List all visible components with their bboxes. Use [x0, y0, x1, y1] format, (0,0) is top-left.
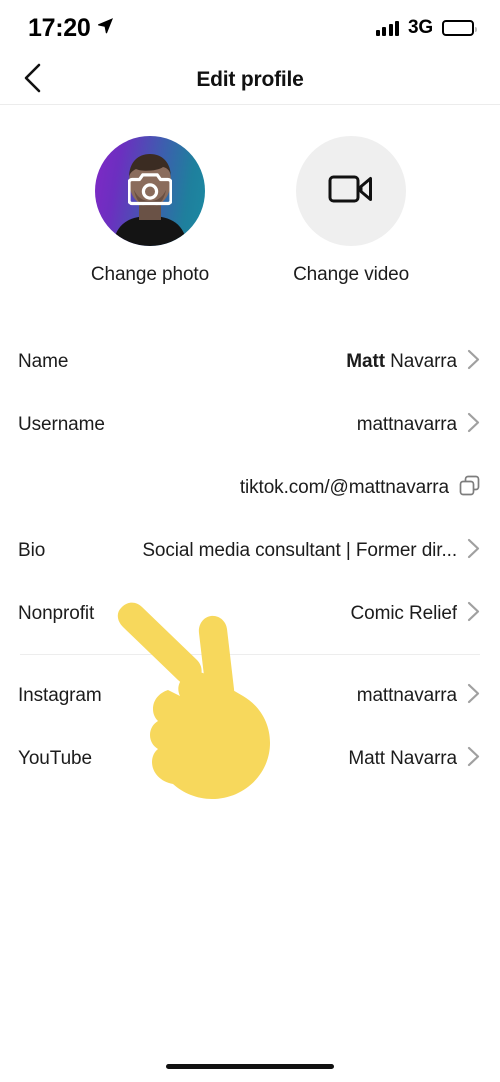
- phone-screen: 17:20 3G Edit profile Change photo Chang…: [0, 0, 500, 1082]
- field-row-name[interactable]: Name Matt Navarra: [0, 330, 500, 393]
- field-row-bio[interactable]: Bio Social media consultant | Former dir…: [0, 519, 500, 582]
- field-value-username: mattnavarra: [356, 413, 457, 435]
- field-row-nonprofit[interactable]: Nonprofit Comic Relief: [0, 582, 500, 645]
- status-time: 17:20: [28, 13, 91, 42]
- back-button[interactable]: [14, 61, 52, 99]
- location-arrow-icon: [97, 17, 114, 39]
- field-value-name-rest: Navarra: [384, 350, 457, 372]
- field-value-group-instagram: mattnavarra: [357, 683, 480, 709]
- chevron-right-icon: [467, 538, 480, 564]
- avatar[interactable]: [94, 136, 205, 246]
- page-title: Edit profile: [196, 68, 304, 91]
- home-indicator-bar: [166, 1064, 334, 1069]
- status-bar-left: 17:20: [28, 14, 114, 43]
- field-label-name: Name: [18, 350, 69, 372]
- field-label-bio: Bio: [18, 539, 46, 561]
- status-bar-right: 3G: [375, 17, 477, 39]
- chevron-right-icon: [467, 746, 480, 772]
- change-photo-label: Change photo: [90, 264, 210, 285]
- field-value-youtube: Matt Navarra: [348, 747, 457, 769]
- video-thumb[interactable]: [296, 136, 407, 246]
- field-label-instagram: Instagram: [18, 684, 102, 706]
- field-label-youtube: YouTube: [18, 747, 92, 769]
- video-camera-icon: [328, 172, 374, 211]
- field-value-profile-url: tiktok.com/@mattnavarra: [239, 476, 449, 498]
- chevron-left-icon: [22, 63, 44, 98]
- network-type-label: 3G: [408, 17, 433, 38]
- field-value-group-name: Matt Navarra: [346, 349, 480, 375]
- field-value-group-nonprofit: Comic Relief: [351, 601, 481, 627]
- chevron-right-icon: [467, 601, 480, 627]
- change-photo-button[interactable]: Change photo: [91, 136, 209, 286]
- field-row-instagram[interactable]: Instagram mattnavarra: [0, 664, 500, 727]
- field-label-username: Username: [18, 413, 105, 435]
- camera-icon: [127, 171, 173, 212]
- field-label-nonprofit: Nonprofit: [18, 602, 95, 624]
- nav-header: Edit profile: [0, 56, 500, 104]
- battery-icon: [442, 20, 477, 36]
- field-value-name: Matt Navarra: [346, 351, 457, 373]
- media-section: Change photo Change video: [0, 136, 500, 286]
- chevron-right-icon: [467, 412, 480, 438]
- change-video-label: Change video: [293, 264, 410, 285]
- field-value-bio: Social media consultant | Former dir...: [142, 539, 457, 561]
- field-value-group-profile-url: tiktok.com/@mattnavarra: [240, 475, 480, 501]
- copy-icon[interactable]: [459, 475, 480, 501]
- signal-bars-icon: [375, 20, 400, 36]
- field-row-username[interactable]: Username mattnavarra: [0, 393, 500, 456]
- header-divider: [0, 104, 500, 105]
- field-row-profile-url[interactable]: tiktok.com/@mattnavarra: [0, 456, 500, 519]
- section-divider: [20, 654, 480, 655]
- chevron-right-icon: [467, 349, 480, 375]
- field-value-nonprofit: Comic Relief: [350, 602, 458, 624]
- field-value-group-youtube: Matt Navarra: [348, 746, 480, 772]
- field-value-group-bio: Social media consultant | Former dir...: [142, 538, 480, 564]
- field-value-group-username: mattnavarra: [357, 412, 480, 438]
- chevron-right-icon: [467, 683, 480, 709]
- field-value-instagram: mattnavarra: [356, 684, 457, 706]
- field-value-name-bold: Matt: [346, 350, 385, 372]
- change-video-button[interactable]: Change video: [293, 136, 409, 286]
- profile-fields-list: Name Matt Navarra Username mattnavarra t…: [0, 330, 500, 790]
- status-bar: 17:20 3G: [0, 0, 500, 56]
- field-row-youtube[interactable]: YouTube Matt Navarra: [0, 727, 500, 790]
